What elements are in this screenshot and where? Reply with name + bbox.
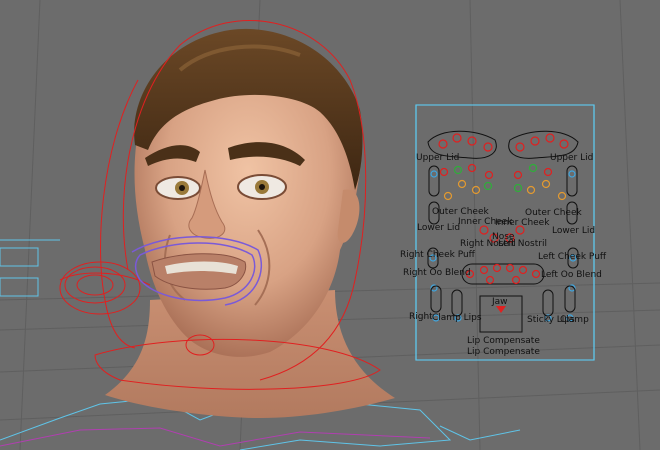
label-lip-compensate-2: Lip Compensate xyxy=(467,347,540,357)
label-lower-lid-left: Lower Lid xyxy=(552,226,596,236)
right-pupil xyxy=(179,185,185,191)
label-upper-lid-left: Upper Lid xyxy=(550,153,594,163)
mouth-capsule[interactable] xyxy=(461,263,545,285)
eye-area-controls[interactable] xyxy=(439,163,567,201)
label-lip-compensate-1: Lip Compensate xyxy=(467,336,540,346)
label-clamp: Clamp xyxy=(560,315,589,325)
label-left-cheek-puff: Left Cheek Puff xyxy=(538,252,607,262)
3d-viewport[interactable]: Upper Lid Upper Lid Outer Cheek Outer Ch… xyxy=(0,0,660,450)
label-right-cheek-puff: Right Cheek Puff xyxy=(400,250,475,260)
ctrl-box-upper[interactable] xyxy=(0,247,39,267)
lid-sliders[interactable] xyxy=(428,165,578,197)
jaw-arrow-icon[interactable] xyxy=(496,306,506,313)
label-clamp-lips: Clamp Lips xyxy=(432,313,482,323)
label-jaw: Jaw xyxy=(492,297,508,307)
label-right-oo-blend: Right Oo Blend xyxy=(403,268,471,278)
mouth-controls[interactable] xyxy=(465,263,541,285)
label-outer-cheek-right: Outer Cheek xyxy=(432,207,489,217)
label-inner-cheek-left: Inner Cheek xyxy=(495,218,550,228)
label-lower-lid-right: Lower Lid xyxy=(417,223,461,233)
left-pupil xyxy=(259,184,265,190)
label-left-oo-blend: Left Oo Blend xyxy=(541,270,602,280)
label-left-nostril: Left Nostril xyxy=(498,239,547,249)
label-upper-lid-right: Upper Lid xyxy=(416,153,460,163)
label-right: Right xyxy=(409,312,433,322)
viewport-scene[interactable] xyxy=(0,0,660,450)
label-outer-cheek-left: Outer Cheek xyxy=(525,208,582,218)
ctrl-box-lower[interactable] xyxy=(0,277,39,297)
brow-controls[interactable] xyxy=(438,133,569,152)
